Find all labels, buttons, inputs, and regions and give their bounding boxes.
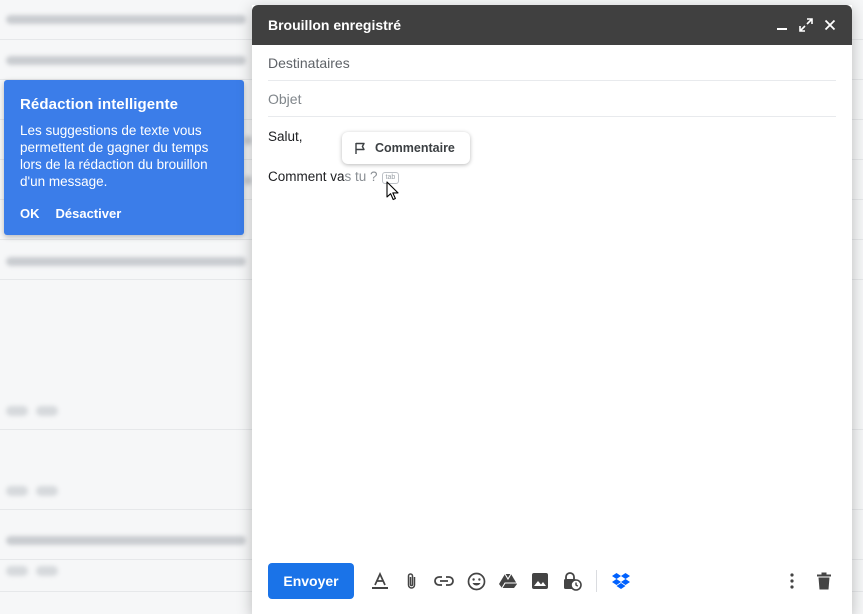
expand-icon[interactable] <box>794 13 818 37</box>
minimize-icon[interactable] <box>770 13 794 37</box>
subject-field <box>268 81 836 117</box>
comment-label: Commentaire <box>375 141 455 155</box>
send-button[interactable]: Envoyer <box>268 563 354 599</box>
compose-toolbar: Envoyer <box>268 563 840 599</box>
comment-button[interactable]: Commentaire <box>342 132 470 164</box>
more-options-icon[interactable] <box>776 565 808 597</box>
recipients-input[interactable] <box>268 54 836 71</box>
smart-compose-title: Rédaction intelligente <box>20 96 179 113</box>
message-body-line[interactable]: Comment vas tu ? tab <box>268 169 400 184</box>
compose-window: Brouillon enregistré Salut, Commentaire … <box>252 5 852 614</box>
delete-icon[interactable] <box>808 565 840 597</box>
recipients-field <box>268 45 836 81</box>
photo-icon[interactable] <box>524 565 556 597</box>
close-icon[interactable] <box>818 13 842 37</box>
toolbar-divider <box>596 570 597 592</box>
drive-icon[interactable] <box>492 565 524 597</box>
smart-compose-suggestion: s tu ? <box>344 169 378 184</box>
smart-compose-card: Rédaction intelligente Les suggestions d… <box>4 80 244 235</box>
confidential-icon[interactable] <box>556 565 588 597</box>
formatting-icon[interactable] <box>364 565 396 597</box>
emoji-icon[interactable] <box>460 565 492 597</box>
compose-header: Brouillon enregistré <box>252 5 852 45</box>
ok-button[interactable]: OK <box>20 206 40 221</box>
smart-compose-description: Les suggestions de texte vous permettent… <box>20 123 209 189</box>
flag-icon <box>355 142 365 154</box>
disable-button[interactable]: Désactiver <box>56 206 122 221</box>
typed-text: Comment va <box>268 169 345 184</box>
subject-input[interactable] <box>268 90 836 107</box>
compose-title: Brouillon enregistré <box>268 17 402 33</box>
link-icon[interactable] <box>428 565 460 597</box>
mouse-cursor-icon <box>386 181 399 201</box>
attach-icon[interactable] <box>396 565 428 597</box>
smart-compose-actions: OK Désactiver <box>20 206 121 221</box>
dropbox-icon[interactable] <box>605 565 637 597</box>
message-greeting[interactable]: Salut, <box>268 129 303 144</box>
